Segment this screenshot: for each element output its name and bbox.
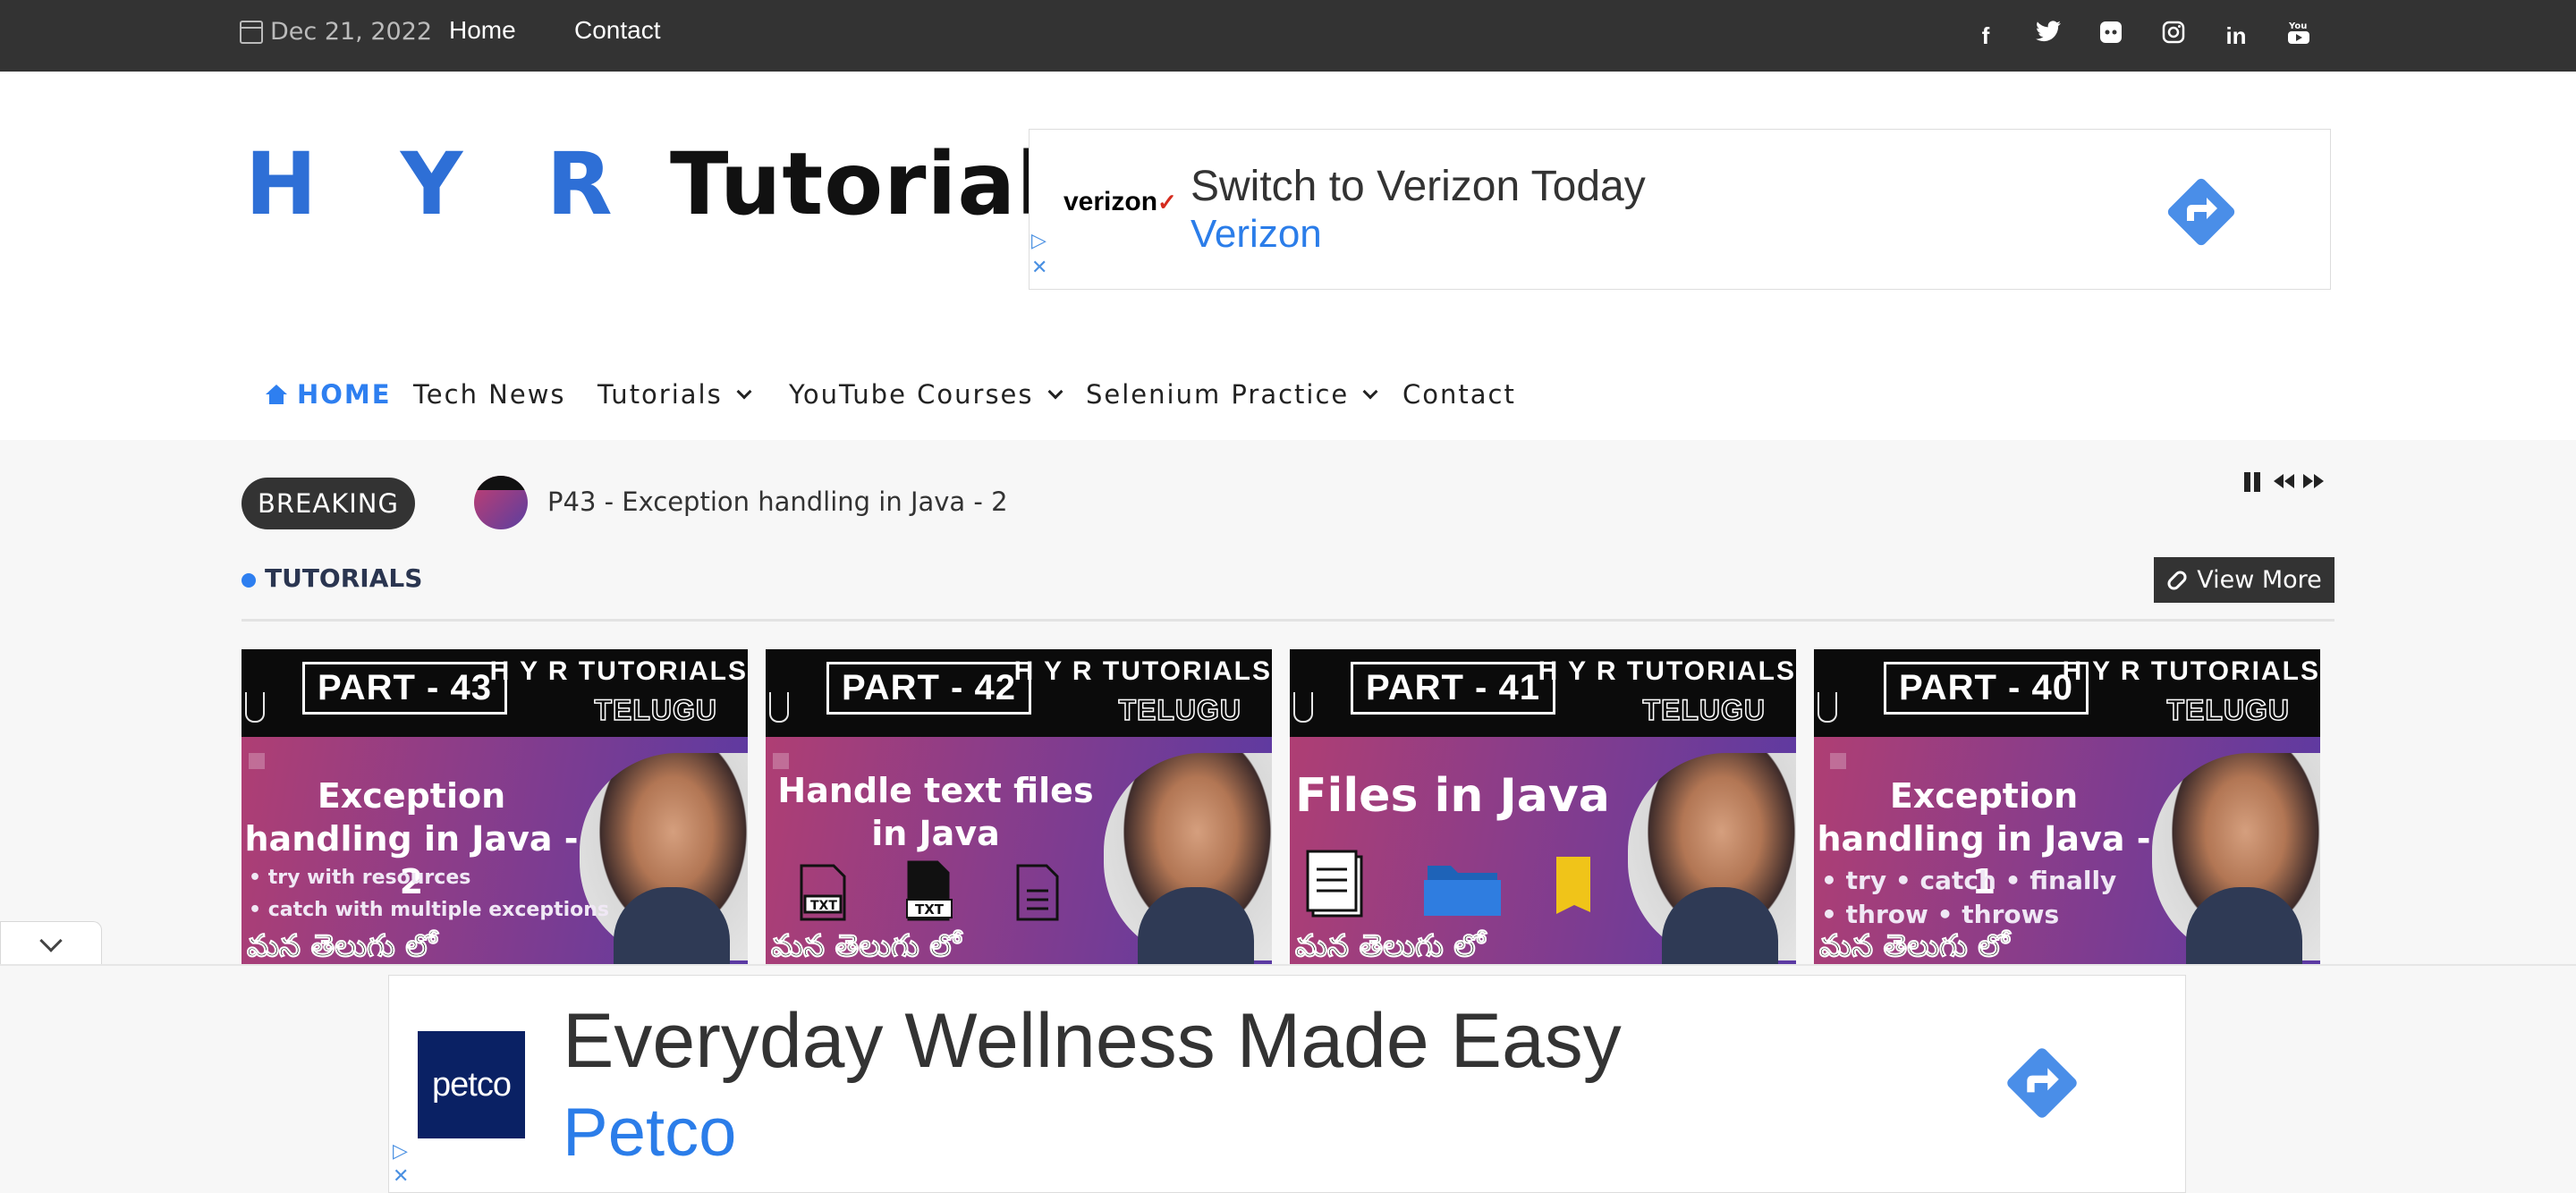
- calendar-icon: [240, 20, 263, 44]
- date-display: Dec 21, 2022: [240, 18, 432, 46]
- tutorial-card[interactable]: PART - 43 H Y R TUTORIALS TELUGU Excepti…: [242, 649, 748, 964]
- card-bullets: • try with resources • catch with multip…: [249, 867, 609, 921]
- top-link-contact[interactable]: Contact: [574, 16, 661, 45]
- nav-home[interactable]: HOME: [265, 379, 392, 410]
- ad-close-icon[interactable]: ✕: [393, 1165, 409, 1188]
- nav-contact[interactable]: Contact: [1402, 379, 1516, 410]
- svg-text:TXT: TXT: [915, 901, 945, 918]
- card-part-label: PART - 42: [826, 662, 1031, 715]
- linkedin-icon[interactable]: in: [2220, 20, 2252, 52]
- svg-text:TXT: TXT: [810, 899, 837, 913]
- ad-headline[interactable]: Switch to Verizon Today: [1191, 162, 1646, 211]
- ad-close-icon[interactable]: ✕: [1031, 257, 1047, 279]
- facebook-icon[interactable]: f: [1970, 20, 2002, 52]
- twitter-icon[interactable]: [2032, 20, 2064, 52]
- card-channel: H Y R TUTORIALS: [489, 656, 748, 686]
- presenter-photo: [1104, 753, 1272, 964]
- top-advertisement[interactable]: verizon✓ Switch to Verizon Today Verizon…: [1029, 129, 2331, 290]
- card-script: మన తెలుగు లో: [246, 928, 437, 965]
- instagram-icon[interactable]: [2157, 20, 2190, 52]
- home-icon: [265, 385, 288, 404]
- pause-icon[interactable]: [2241, 469, 2263, 494]
- nav-tutorials-label: Tutorials: [597, 379, 723, 410]
- java-icon: [769, 692, 789, 723]
- nav-tech-news[interactable]: Tech News: [413, 379, 566, 410]
- presenter-photo: [2152, 753, 2320, 964]
- svg-text:You: You: [2288, 21, 2307, 31]
- ad-arrow-icon[interactable]: [2160, 171, 2242, 253]
- section-divider: [242, 619, 2334, 622]
- chevron-down-icon: [1047, 384, 1063, 400]
- card-language-tag: TELUGU: [1118, 693, 1241, 727]
- nav-youtube-courses-label: YouTube Courses: [789, 379, 1034, 410]
- card-language-tag: TELUGU: [1642, 693, 1766, 727]
- view-more-button[interactable]: View More: [2154, 557, 2334, 603]
- card-channel: H Y R TUTORIALS: [1013, 656, 1272, 686]
- java-icon: [1818, 692, 1837, 723]
- view-more-label: View More: [2197, 566, 2322, 594]
- card-title: Files in Java: [1295, 769, 1610, 823]
- presenter-photo: [580, 753, 748, 964]
- previous-icon[interactable]: [2272, 469, 2297, 494]
- breaking-headline[interactable]: P43 - Exception handling in Java - 2: [547, 487, 1008, 517]
- nav-home-label: HOME: [297, 379, 392, 410]
- ad-brand[interactable]: Verizon: [1191, 212, 1322, 257]
- card-language-tag: TELUGU: [2166, 693, 2290, 727]
- top-bar: Dec 21, 2022 Home Contact f in You: [0, 0, 2576, 72]
- tutorial-card[interactable]: PART - 40 H Y R TUTORIALS TELUGU Excepti…: [1814, 649, 2320, 964]
- chevron-down-icon: [736, 384, 752, 400]
- link-icon: [2165, 568, 2190, 592]
- nav-tutorials[interactable]: Tutorials: [597, 379, 752, 410]
- nav-selenium-practice[interactable]: Selenium Practice: [1086, 379, 1378, 410]
- nav-youtube-courses[interactable]: YouTube Courses: [789, 379, 1063, 410]
- breaking-badge: BREAKING: [242, 478, 415, 529]
- java-icon: [245, 692, 265, 723]
- petco-logo: petco: [418, 1031, 525, 1138]
- card-script: మన తెలుగు లో: [1294, 928, 1486, 965]
- top-link-home[interactable]: Home: [449, 16, 516, 45]
- ad-brand[interactable]: Petco: [563, 1094, 736, 1172]
- section-title: TUTORIALS: [265, 563, 423, 593]
- next-icon[interactable]: [2301, 469, 2326, 494]
- youtube-icon[interactable]: You: [2283, 20, 2315, 52]
- section-dot: [242, 573, 256, 588]
- ad-headline[interactable]: Everyday Wellness Made Easy: [563, 997, 1622, 1086]
- adchoices-icon[interactable]: ▷: [393, 1140, 408, 1163]
- discord-icon[interactable]: [2095, 20, 2127, 52]
- presenter-photo: [1628, 753, 1796, 964]
- logo-hyr: H Y R: [245, 134, 640, 234]
- java-icon: [1293, 692, 1313, 723]
- chevron-down-icon: [39, 929, 63, 952]
- card-language-tag: TELUGU: [594, 693, 717, 727]
- date-text: Dec 21, 2022: [270, 18, 433, 46]
- site-logo[interactable]: H Y R Tutorials: [245, 134, 1098, 234]
- card-channel: H Y R TUTORIALS: [1538, 656, 1796, 686]
- tutorial-card[interactable]: PART - 41 H Y R TUTORIALS TELUGU Files i…: [1290, 649, 1796, 964]
- card-part-label: PART - 40: [1884, 662, 2089, 715]
- card-script: మన తెలుగు లో: [770, 928, 962, 965]
- chevron-down-icon: [1362, 384, 1378, 400]
- nav-contact-label: Contact: [1402, 379, 1516, 410]
- adchoices-icon[interactable]: ▷: [1031, 230, 1046, 252]
- tutorial-card[interactable]: PART - 42 H Y R TUTORIALS TELUGU Handle …: [766, 649, 1272, 964]
- ad-collapse-button[interactable]: [0, 921, 102, 966]
- text-file-icons: TXT TXT: [800, 860, 1059, 921]
- card-title: Handle text files in Java: [777, 771, 1094, 853]
- bottom-advertisement[interactable]: petco Everyday Wellness Made Easy Petco …: [388, 975, 2186, 1193]
- file-folder-icons: [1306, 850, 1590, 918]
- ad-arrow-icon[interactable]: [1999, 1040, 2085, 1126]
- verizon-logo: verizon✓: [1063, 187, 1177, 216]
- card-bullets: • try • catch • finally • throw • throws: [1821, 866, 2117, 929]
- nav-selenium-practice-label: Selenium Practice: [1086, 379, 1350, 410]
- main-nav: HOME Tech News Tutorials YouTube Courses…: [0, 360, 2576, 440]
- nav-tech-news-label: Tech News: [413, 379, 566, 410]
- card-part-label: PART - 41: [1351, 662, 1555, 715]
- card-channel: H Y R TUTORIALS: [2062, 656, 2320, 686]
- card-script: మన తెలుగు లో: [1818, 928, 2010, 965]
- card-part-label: PART - 43: [302, 662, 507, 715]
- breaking-thumbnail[interactable]: [474, 476, 528, 529]
